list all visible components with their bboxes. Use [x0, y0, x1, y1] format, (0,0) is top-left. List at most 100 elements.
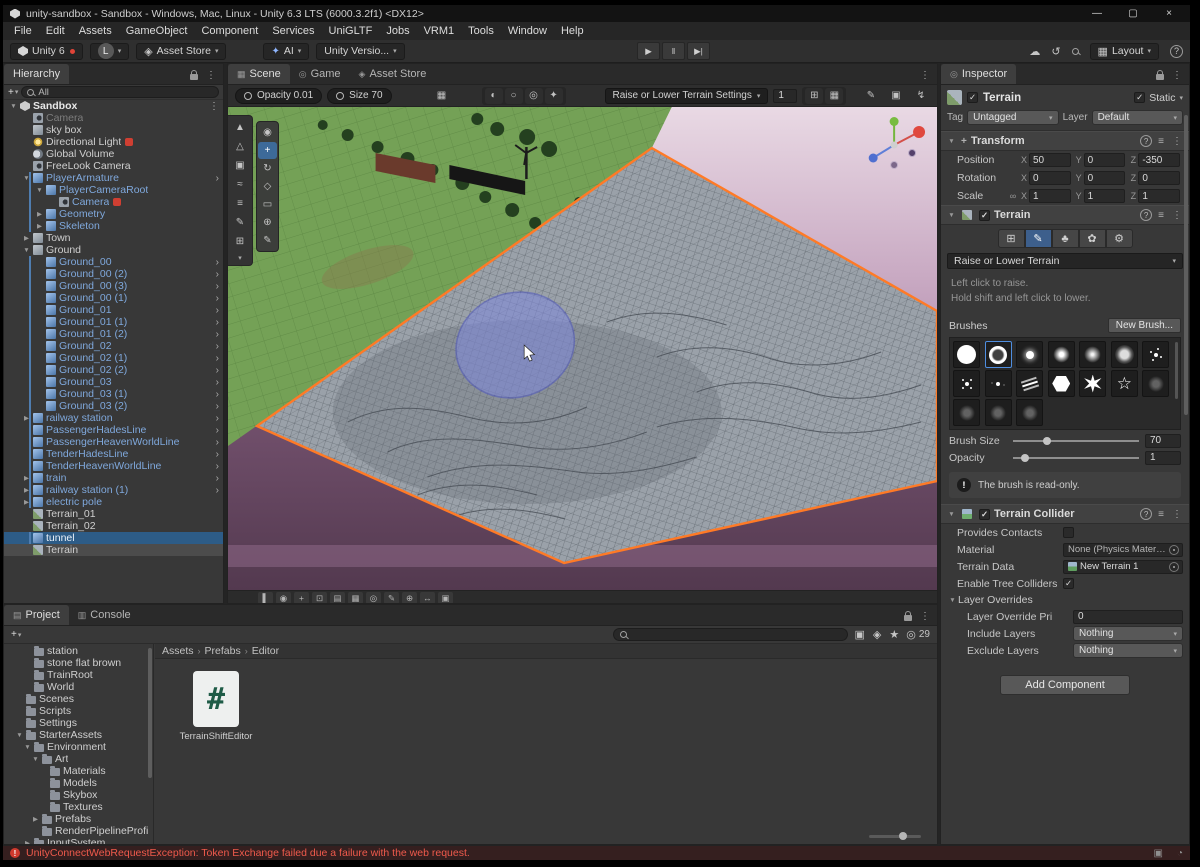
slider-thumb[interactable]	[1043, 437, 1051, 445]
component-enabled-checkbox[interactable]	[979, 210, 990, 221]
project-folder-prefabs[interactable]: ▶Prefabs	[4, 813, 153, 825]
camera-icon[interactable]: ▣	[887, 88, 905, 104]
foldout-arrow[interactable]: ▼	[946, 138, 957, 145]
chevron-down-icon[interactable]: ▾	[1179, 94, 1183, 102]
prefab-open-chevron[interactable]: ›	[216, 377, 221, 388]
effects-icon[interactable]: ✦	[545, 88, 563, 104]
provides-contacts-checkbox[interactable]	[1063, 527, 1074, 538]
prefab-open-chevron[interactable]: ›	[216, 329, 221, 340]
settings-icon[interactable]: ⚙	[1106, 229, 1133, 248]
brush-splat3[interactable]	[985, 370, 1012, 397]
terrain-mode-dropdown[interactable]: Raise or Lower Terrain▾	[947, 253, 1183, 269]
tab-game[interactable]: ◎Game	[290, 64, 350, 84]
hierarchy-item-terrain-02[interactable]: Terrain_02	[4, 520, 223, 532]
neighbor-icon[interactable]: ⊞	[998, 229, 1025, 248]
terrain-collider-header[interactable]: ▼ Terrain Collider ? ≡ ⋮	[941, 504, 1189, 524]
scene-viewport[interactable]	[228, 107, 937, 590]
breadcrumb-editor[interactable]: Editor	[252, 645, 279, 657]
custom-tool-icon[interactable]: ✎	[258, 232, 277, 249]
project-tree-scrollbar[interactable]	[148, 648, 152, 778]
static-checkbox[interactable]	[1134, 92, 1145, 103]
layout-dropdown[interactable]: ▦ Layout ▾	[1090, 43, 1159, 60]
hierarchy-item-ground-00[interactable]: Ground_00›	[4, 256, 223, 268]
position-z-field[interactable]: -350	[1138, 153, 1180, 167]
menu-vrm1[interactable]: VRM1	[417, 22, 462, 40]
foldout-arrow[interactable]: ▶	[30, 815, 41, 823]
help-icon[interactable]: ?	[1140, 209, 1152, 221]
hierarchy-item-sandbox[interactable]: ▼Sandbox⋮	[4, 100, 223, 112]
constrain-proportions-icon[interactable]: ∞	[1007, 191, 1019, 201]
prefab-open-chevron[interactable]: ›	[216, 293, 221, 304]
hierarchy-item-ground-01-1[interactable]: Ground_01 (1)›	[4, 316, 223, 328]
scale-y-field[interactable]: 1	[1084, 189, 1126, 203]
brush-faint[interactable]	[1142, 370, 1169, 397]
brush-ring[interactable]	[985, 341, 1012, 368]
project-search-input[interactable]	[613, 628, 848, 641]
shaded-sphere-icon[interactable]: ◐	[485, 88, 503, 104]
menu-file[interactable]: File	[7, 22, 39, 40]
cursor-icon[interactable]: ▌	[258, 592, 273, 604]
hierarchy-item-tenderheavenworldline[interactable]: TenderHeavenWorldLine›	[4, 460, 223, 472]
version-control-button[interactable]: Unity Versio... ▾	[316, 43, 404, 60]
tab-console[interactable]: ▥Console	[69, 605, 140, 625]
maximize-window-icon[interactable]: ▢	[1127, 8, 1139, 19]
step-icon[interactable]: ▶|	[687, 42, 710, 60]
prefab-open-chevron[interactable]: ›	[216, 437, 221, 448]
palette-more-icon[interactable]: ▾	[238, 252, 242, 262]
icon-size-slider[interactable]	[869, 835, 921, 838]
brush-soft2[interactable]	[1079, 341, 1106, 368]
brush-size-slider[interactable]	[1013, 436, 1139, 446]
foldout-arrow[interactable]: ▼	[14, 732, 25, 739]
prefab-open-chevron[interactable]: ›	[216, 485, 221, 496]
tasks-icon[interactable]: ▣	[1154, 848, 1163, 859]
terrain-overlay-icon[interactable]: ▦	[433, 88, 451, 104]
brush-star[interactable]: ☆	[1111, 370, 1138, 397]
foldout-arrow[interactable]: ▼	[947, 597, 958, 604]
brush-splat2[interactable]	[953, 370, 980, 397]
move-tool-icon[interactable]: +	[258, 142, 277, 159]
hierarchy-item-ground-01-2[interactable]: Ground_01 (2)›	[4, 328, 223, 340]
menu-component[interactable]: Component	[194, 22, 265, 40]
prefab-open-chevron[interactable]: ›	[216, 413, 221, 424]
component-enabled-checkbox[interactable]	[979, 509, 990, 520]
presets-icon[interactable]: ≡	[1158, 136, 1164, 147]
foldout-arrow[interactable]: ▼	[34, 187, 45, 194]
menu-window[interactable]: Window	[501, 22, 554, 40]
hierarchy-item-ground-02[interactable]: Ground_02›	[4, 340, 223, 352]
minimize-window-icon[interactable]: —	[1091, 8, 1103, 19]
layer-override-priority-field[interactable]: 0	[1073, 610, 1183, 624]
terrain-data-object-field[interactable]: New Terrain 1	[1063, 560, 1183, 574]
orbit-icon[interactable]: ◉	[276, 592, 291, 604]
trees-icon[interactable]: ♣	[1052, 229, 1079, 248]
hierarchy-item-electric-pole[interactable]: ▶electric pole	[4, 496, 223, 508]
panel-menu-icon[interactable]: ⋮	[1170, 70, 1184, 81]
foldout-arrow[interactable]: ▶	[22, 839, 33, 844]
component-menu-icon[interactable]: ⋮	[1170, 210, 1184, 221]
prefab-open-chevron[interactable]: ›	[216, 341, 221, 352]
grid-icon[interactable]: ▦	[348, 592, 363, 604]
align-icon[interactable]: ▤	[330, 592, 345, 604]
grid-snap-icon[interactable]: ⊞	[805, 88, 823, 104]
foldout-arrow[interactable]: ▼	[946, 212, 957, 219]
hierarchy-item-sky-box[interactable]: sky box	[4, 124, 223, 136]
tab-scene[interactable]: ▦Scene	[228, 64, 290, 84]
scene-canvas[interactable]: ▲△▣≈≡✎⊞▾ ◉+↻◇▭⊕✎	[228, 107, 937, 590]
project-folder-stone-flat-brown[interactable]: stone flat brown	[4, 657, 153, 669]
brush-faint[interactable]	[985, 399, 1012, 426]
hierarchy-item-train[interactable]: ▶train›	[4, 472, 223, 484]
play-icon[interactable]: ▶	[637, 42, 660, 60]
hierarchy-item-ground-01[interactable]: Ground_01›	[4, 304, 223, 316]
project-folder-scenes[interactable]: Scenes	[4, 693, 153, 705]
pan-icon[interactable]: ↔	[420, 592, 435, 604]
brush-splat1[interactable]	[1142, 341, 1169, 368]
tab-asset-store[interactable]: ◈Asset Store	[350, 64, 436, 84]
brush-streak[interactable]	[1016, 370, 1043, 397]
material-object-field[interactable]: None (Physics Material)	[1063, 543, 1183, 557]
hierarchy-item-playercameraroot[interactable]: ▼PlayerCameraRoot	[4, 184, 223, 196]
layer-overrides-foldout[interactable]: ▼ Layer Overrides	[941, 592, 1189, 608]
hierarchy-item-railway-station-1[interactable]: ▶railway station (1)›	[4, 484, 223, 496]
frame-icon[interactable]: ⊡	[312, 592, 327, 604]
inspector-scrollbar[interactable]	[1184, 115, 1188, 415]
prefab-open-chevron[interactable]: ›	[216, 365, 221, 376]
add-component-button[interactable]: Add Component	[1000, 675, 1130, 695]
